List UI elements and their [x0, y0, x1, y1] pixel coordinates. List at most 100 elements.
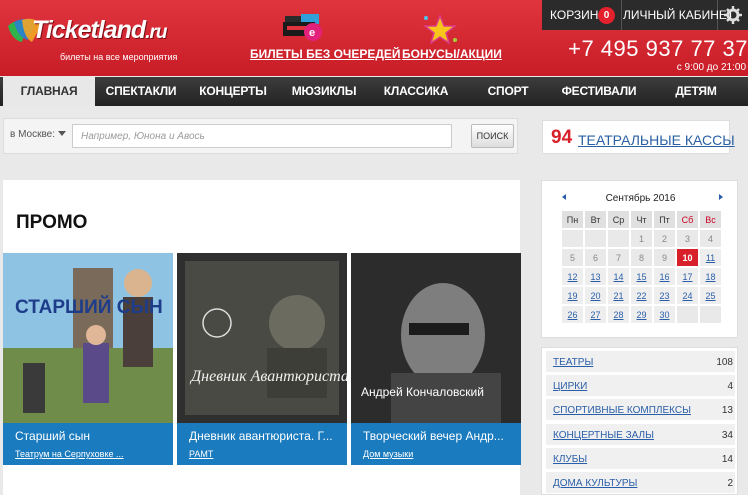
poster-title-text: СТАРШИЙ СЫН	[15, 296, 163, 318]
category-item[interactable]: КЛУБЫ 14	[546, 448, 735, 470]
promo-card[interactable]: СТАРШИЙ СЫН Старший сын Театрум на Серпу…	[3, 253, 173, 465]
cart-button[interactable]: КОРЗИНА 0	[542, 0, 622, 30]
calendar-day: 1	[631, 230, 652, 247]
calendar-day[interactable]: 17	[677, 268, 698, 285]
city-selector[interactable]: в Москве:	[10, 129, 67, 140]
category-item[interactable]: ТЕАТРЫ 108	[546, 351, 735, 373]
category-count: 13	[721, 405, 733, 416]
calendar-widget: Сентябрь 2016 Пн Вт Ср Чт Пт Сб Вс 1 2 3 4 5 6 7 8 9 10 1…	[541, 180, 738, 338]
event-title[interactable]: Дневник авантюриста. Г...	[189, 429, 343, 443]
promo-card[interactable]: Дневник Авантюриста Дневник авантюриста.…	[177, 253, 347, 465]
event-title[interactable]: Старший сын	[15, 429, 169, 443]
search-input[interactable]	[72, 124, 452, 148]
calendar-weekday: Пт	[654, 211, 675, 228]
box-offices-label: ТЕАТРАЛЬНЫЕ КАССЫ	[578, 132, 735, 148]
promo-title: ПРОМО	[16, 212, 88, 233]
category-count: 14	[721, 454, 733, 465]
calendar-day[interactable]: 16	[654, 268, 675, 285]
venue-link[interactable]: Театрум на Серпуховке ...	[15, 449, 135, 459]
nav-kids[interactable]: ДЕТЯМ	[646, 77, 746, 106]
calendar-day[interactable]: 15	[631, 268, 652, 285]
calendar-day	[677, 306, 698, 323]
calendar-day: 4	[700, 230, 721, 247]
calendar-day[interactable]: 30	[654, 306, 675, 323]
poster-image: СТАРШИЙ СЫН	[3, 253, 173, 423]
personal-account-button[interactable]: ЛИЧНЫЙ КАБИНЕТ	[623, 0, 734, 30]
calendar-day[interactable]: 14	[608, 268, 629, 285]
calendar-day[interactable]: 28	[608, 306, 629, 323]
calendar-day[interactable]: 23	[654, 287, 675, 304]
calendar-day[interactable]: 20	[585, 287, 606, 304]
calendar-day[interactable]: 21	[608, 287, 629, 304]
nav-festivals[interactable]: ФЕСТИВАЛИ	[554, 77, 644, 106]
nav-musicals[interactable]: МЮЗИКЛЫ	[280, 77, 368, 106]
category-item[interactable]: СПОРТИВНЫЕ КОМПЛЕКСЫ 13	[546, 399, 735, 421]
promo-card[interactable]: Андрей Кончаловский Творческий вечер Анд…	[351, 253, 521, 465]
logo-tagline: билеты на все мероприятия	[60, 52, 178, 62]
nav-concerts[interactable]: КОНЦЕРТЫ	[188, 77, 278, 106]
calendar-grid: Пн Вт Ср Чт Пт Сб Вс 1 2 3 4 5 6 7 8 9 10 11 12 13 14 15 16 17 1…	[560, 209, 723, 325]
calendar-day	[562, 230, 583, 247]
category-item[interactable]: КОНЦЕРТНЫЕ ЗАЛЫ 34	[546, 424, 735, 446]
chevron-down-icon	[58, 131, 67, 136]
calendar-weekday: Сб	[677, 211, 698, 228]
calendar-day: 7	[608, 249, 629, 266]
card-caption: Творческий вечер Андр... Дом музыки	[351, 423, 521, 465]
ticketland-logo[interactable]: Ticketland.ru билеты на все мероприятия	[6, 10, 196, 62]
venue-link[interactable]: РАМТ	[189, 449, 309, 459]
category-count: 4	[727, 381, 733, 392]
calendar-day[interactable]: 12	[562, 268, 583, 285]
nav-plays[interactable]: СПЕКТАКЛИ	[97, 77, 185, 106]
bonuses-promotions-link[interactable]: БОНУСЫ/АКЦИИ	[402, 47, 502, 61]
box-offices-count: 94	[551, 127, 573, 148]
calendar-day	[700, 306, 721, 323]
nav-home[interactable]: ГЛАВНАЯ	[3, 77, 95, 106]
calendar-weekday: Чт	[631, 211, 652, 228]
poster-image: Андрей Кончаловский	[351, 253, 521, 423]
calendar-day[interactable]: 11	[700, 249, 721, 266]
bonus-stars-icon	[422, 14, 458, 44]
event-title[interactable]: Творческий вечер Андр...	[363, 429, 517, 443]
category-name[interactable]: КЛУБЫ	[553, 454, 587, 465]
calendar-day[interactable]: 19	[562, 287, 583, 304]
calendar-day[interactable]: 24	[677, 287, 698, 304]
svg-text:e: e	[309, 27, 315, 39]
calendar-day	[608, 230, 629, 247]
site-header: Ticketland.ru билеты на все мероприятия …	[0, 0, 748, 76]
calendar-day: 9	[654, 249, 675, 266]
category-count: 34	[721, 430, 733, 441]
nav-classical[interactable]: КЛАССИКА	[370, 77, 462, 106]
calendar-day[interactable]: 22	[631, 287, 652, 304]
nav-sport[interactable]: СПОРТ	[464, 77, 552, 106]
calendar-day: 2	[654, 230, 675, 247]
account-bar: КОРЗИНА 0 ЛИЧНЫЙ КАБИНЕТ	[542, 0, 748, 30]
calendar-day[interactable]: 29	[631, 306, 652, 323]
search-button[interactable]: ПОИСК	[471, 124, 514, 148]
category-name[interactable]: КОНЦЕРТНЫЕ ЗАЛЫ	[553, 430, 654, 441]
calendar-weekday: Вт	[585, 211, 606, 228]
no-queue-tickets-link[interactable]: БИЛЕТЫ БЕЗ ОЧЕРЕДЕЙ	[250, 47, 401, 61]
box-offices-link[interactable]: 94 ТЕАТРАЛЬНЫЕ КАССЫ	[542, 120, 735, 154]
calendar-weekday: Пн	[562, 211, 583, 228]
category-name[interactable]: ЦИРКИ	[553, 381, 587, 392]
calendar-day: 10	[677, 249, 698, 266]
calendar-day: 3	[677, 230, 698, 247]
venue-categories: ТЕАТРЫ 108 ЦИРКИ 4 СПОРТИВНЫЕ КОМПЛЕКСЫ 13 …	[541, 347, 738, 495]
calendar-day[interactable]: 27	[585, 306, 606, 323]
category-name[interactable]: ДОМА КУЛЬТУРЫ	[553, 478, 637, 489]
calendar-next-icon[interactable]	[719, 194, 723, 200]
category-name[interactable]: СПОРТИВНЫЕ КОМПЛЕКСЫ	[553, 405, 691, 416]
calendar-month: Сентябрь 2016	[605, 193, 676, 204]
calendar-day[interactable]: 18	[700, 268, 721, 285]
venue-link[interactable]: Дом музыки	[363, 449, 483, 459]
calendar-day[interactable]: 13	[585, 268, 606, 285]
category-count: 108	[716, 357, 733, 368]
gear-icon[interactable]	[719, 0, 748, 30]
category-item[interactable]: ЦИРКИ 4	[546, 375, 735, 397]
calendar-day[interactable]: 25	[700, 287, 721, 304]
phone-number[interactable]: +7 495 937 77 37	[568, 36, 748, 62]
category-name[interactable]: ТЕАТРЫ	[553, 357, 593, 368]
category-item[interactable]: ДОМА КУЛЬТУРЫ 2	[546, 472, 735, 494]
calendar-day: 6	[585, 249, 606, 266]
calendar-day[interactable]: 26	[562, 306, 583, 323]
